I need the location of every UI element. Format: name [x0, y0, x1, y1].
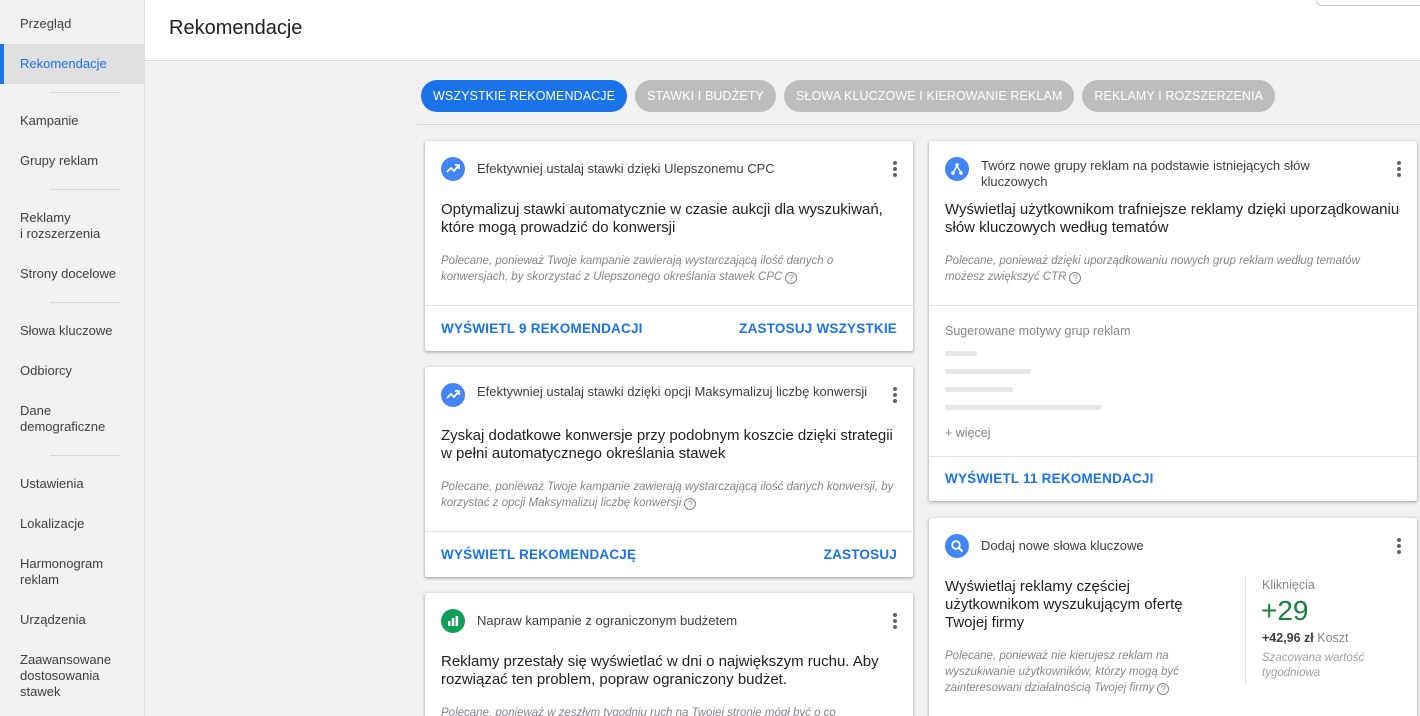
sidebar-divider: [50, 302, 120, 303]
sidebar-divider: [50, 455, 120, 456]
trending-up-icon: [441, 157, 465, 181]
sidebar-item-urzadzenia[interactable]: Urządzenia: [0, 612, 106, 628]
sidebar-item-grupy-reklam[interactable]: Grupy reklam: [0, 153, 118, 169]
clicks-label: Kliknięcia: [1262, 578, 1315, 592]
sidebar-item-przeglad[interactable]: Przegląd: [0, 16, 144, 32]
more-vert-icon[interactable]: [893, 387, 897, 403]
sidebar-item-lokalizacje[interactable]: Lokalizacje: [0, 516, 104, 532]
card-heading: Dodaj nowe słowa kluczowe: [981, 538, 1144, 553]
card-heading: Efektywniej ustalaj stawki dzięki Ulepsz…: [477, 161, 775, 176]
card-title: Wyświetlaj reklamy częściej użytkownikom…: [945, 578, 1183, 631]
help-icon[interactable]: ?: [785, 272, 798, 284]
help-icon[interactable]: ?: [1157, 683, 1170, 695]
metric-divider: [1245, 576, 1246, 684]
trending-up-icon: [441, 383, 465, 407]
card-divider: [929, 456, 1417, 457]
card-title: Wyświetlaj użytkownikom trafniejsze rekl…: [945, 201, 1400, 236]
help-icon[interactable]: ?: [1069, 272, 1082, 284]
page-header: Rekomendacje: [145, 0, 1420, 61]
blurred-theme[interactable]: [945, 405, 1101, 410]
sidebar-divider: [50, 189, 120, 190]
more-vert-icon[interactable]: [1397, 538, 1401, 554]
clicks-value: +29: [1261, 595, 1309, 626]
card-enhanced-cpc: Efektywniej ustalaj stawki dzięki Ulepsz…: [425, 141, 913, 351]
estimate-note: Szacowana wartość tygodniowa: [1262, 652, 1365, 679]
card-new-keywords: Dodaj nowe słowa kluczowe Wyświetlaj rek…: [929, 518, 1417, 716]
blurred-theme[interactable]: [945, 387, 1013, 392]
card-divider: [425, 305, 913, 306]
card-title: Zyskaj dodatkowe konwersje przy podobnym…: [441, 427, 893, 462]
help-icon[interactable]: ?: [684, 498, 697, 510]
chip-keywords-targeting[interactable]: SŁOWA KLUCZOWE I KIEROWANIE REKLAM: [783, 80, 1075, 112]
card-divider: [425, 531, 913, 532]
chip-bids-budgets[interactable]: STAWKI I BUDŻETY: [635, 80, 776, 112]
apply-button[interactable]: ZASTOSUJ: [824, 547, 897, 562]
sidebar-item-rekomendacje[interactable]: Rekomendacje: [0, 44, 144, 84]
sidebar-item-slowa-kluczowe[interactable]: Słowa kluczowe: [0, 323, 133, 339]
card-limited-budget: Napraw kampanie z ograniczonym budżetem …: [425, 593, 913, 716]
search-icon: [945, 534, 969, 558]
sidebar-item-reklamy[interactable]: Reklamy i rozszerzenia: [0, 210, 120, 242]
view-recommendations-button[interactable]: WYŚWIETL 9 REKOMENDACJI: [441, 321, 643, 336]
sidebar-item-harmonogram[interactable]: Harmonogram reklam: [0, 556, 123, 588]
filter-chips: WSZYSTKIE REKOMENDACJE STAWKI I BUDŻETY …: [421, 80, 1276, 112]
more-vert-icon[interactable]: [1397, 161, 1401, 177]
card-description: Polecane, ponieważ Twoje kampanie zawier…: [441, 255, 834, 284]
sidebar-item-ustawienia[interactable]: Ustawienia: [0, 476, 104, 492]
card-title: Reklamy przestały się wyświetlać w dni o…: [441, 653, 879, 688]
blurred-theme[interactable]: [945, 369, 1031, 374]
sidebar-item-kampanie[interactable]: Kampanie: [0, 113, 99, 129]
apply-all-button[interactable]: ZASTOSUJ WSZYSTKIE: [739, 321, 897, 336]
card-maximize-conversions: Efektywniej ustalaj stawki dzięki opcji …: [425, 367, 913, 577]
cost-value: +42,96 zł Koszt: [1262, 631, 1349, 645]
sidebar-item-zaawansowane[interactable]: Zaawansowane dostosowania stawek: [0, 652, 131, 700]
blurred-theme[interactable]: [945, 351, 977, 356]
chips-divider: [417, 124, 1420, 125]
card-description: Polecane, ponieważ dzięki uporządkowaniu…: [945, 255, 1360, 284]
suggested-themes-label: Sugerowane motywy grup reklam: [945, 324, 1131, 338]
show-more-link[interactable]: + więcej: [945, 426, 991, 440]
sidebar-divider: [50, 92, 120, 93]
view-11-recommendations-button[interactable]: WYŚWIETL 11 REKOMENDACJI: [945, 471, 1154, 486]
card-description: Polecane, ponieważ w zeszłym tygodniu ru…: [441, 707, 836, 716]
header-popup-edge: [1316, 0, 1420, 6]
chip-ads-extensions[interactable]: REKLAMY I ROZSZERZENIA: [1082, 80, 1276, 112]
card-title: Optymalizuj stawki automatycznie w czasi…: [441, 201, 883, 236]
card-heading: Efektywniej ustalaj stawki dzięki opcji …: [477, 384, 868, 399]
card-description: Polecane, ponieważ Twoje kampanie zawier…: [441, 481, 894, 510]
sidebar-item-strony-docelowe[interactable]: Strony docelowe: [0, 266, 136, 282]
bar-chart-icon: [441, 609, 465, 633]
page-title: Rekomendacje: [169, 17, 303, 39]
hierarchy-icon: [945, 157, 969, 181]
card-heading: Twórz nowe grupy reklam na podstawie ist…: [981, 158, 1310, 189]
card-divider: [929, 305, 1417, 306]
view-recommendation-button[interactable]: WYŚWIETL REKOMENDACJĘ: [441, 547, 636, 562]
chip-all-recommendations[interactable]: WSZYSTKIE REKOMENDACJE: [421, 80, 628, 112]
more-vert-icon[interactable]: [893, 613, 897, 629]
sidebar: Przegląd Rekomendacje Kampanie Grupy rek…: [0, 0, 145, 716]
card-description: Polecane, ponieważ nie kierujesz reklam …: [945, 650, 1179, 695]
sidebar-item-odbiorcy[interactable]: Odbiorcy: [0, 363, 92, 379]
card-new-ad-groups: Twórz nowe grupy reklam na podstawie ist…: [929, 141, 1417, 501]
sidebar-item-dane-demograficzne[interactable]: Dane demograficzne: [0, 403, 125, 435]
more-vert-icon[interactable]: [893, 161, 897, 177]
card-heading: Napraw kampanie z ograniczonym budżetem: [477, 613, 738, 628]
